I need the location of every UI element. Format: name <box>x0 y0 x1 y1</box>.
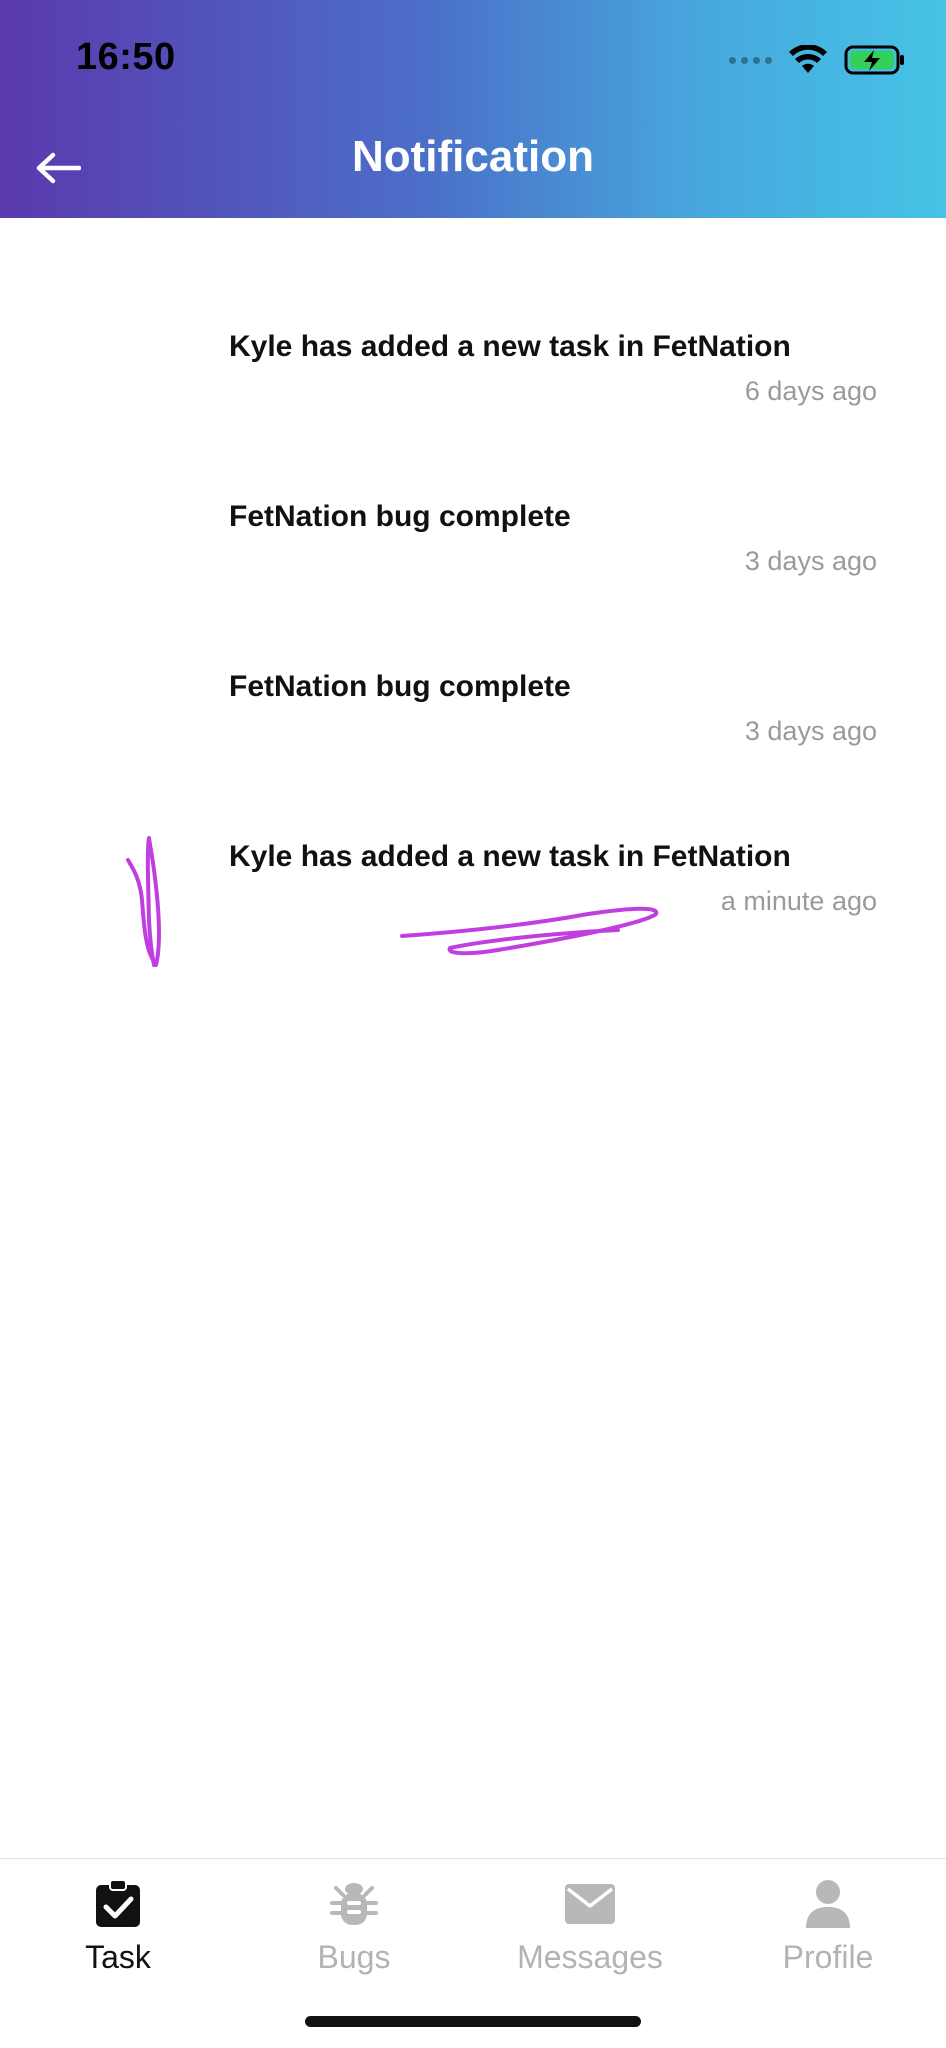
notification-item[interactable]: FetNation bug complete 3 days ago <box>0 500 946 670</box>
tab-messages[interactable]: Messages <box>472 1859 708 1989</box>
bug-icon <box>330 1883 378 1925</box>
notification-screen: 16:50 Notification Kyle has added a new … <box>0 0 946 2048</box>
clipboard-check-icon <box>96 1879 140 1927</box>
tab-label: Task <box>85 1939 151 1975</box>
notification-time: 6 days ago <box>744 376 877 406</box>
notification-item[interactable]: Kyle has added a new task in FetNation 6… <box>0 330 946 500</box>
cellular-signal-icon <box>729 56 772 64</box>
page-title: Notification <box>352 132 594 181</box>
wifi-icon <box>789 45 827 73</box>
notification-time: 3 days ago <box>744 716 877 746</box>
tab-profile[interactable]: Profile <box>710 1859 946 1989</box>
tab-label: Profile <box>782 1939 874 1975</box>
notification-time: 3 days ago <box>744 546 877 576</box>
home-indicator <box>305 2016 641 2027</box>
tab-bugs[interactable]: Bugs <box>236 1859 472 1989</box>
notification-text: Kyle has added a new task in FetNation <box>229 330 791 363</box>
person-icon <box>806 1880 850 1928</box>
notification-text: FetNation bug complete <box>229 670 571 703</box>
status-time: 16:50 <box>76 36 176 78</box>
notification-item[interactable]: FetNation bug complete 3 days ago <box>0 670 946 840</box>
battery-charging-icon <box>844 45 904 75</box>
notification-text: Kyle has added a new task in FetNation <box>229 840 791 873</box>
tab-task[interactable]: Task <box>0 1859 236 1989</box>
notification-time: a minute ago <box>720 886 877 916</box>
envelope-icon <box>565 1884 615 1924</box>
notification-text: FetNation bug complete <box>229 500 571 533</box>
tab-label: Messages <box>517 1939 663 1975</box>
app-header: 16:50 Notification <box>0 0 946 218</box>
status-icons <box>729 44 906 76</box>
tab-label: Bugs <box>317 1939 391 1975</box>
notification-item[interactable]: Kyle has added a new task in FetNation a… <box>0 840 946 1010</box>
